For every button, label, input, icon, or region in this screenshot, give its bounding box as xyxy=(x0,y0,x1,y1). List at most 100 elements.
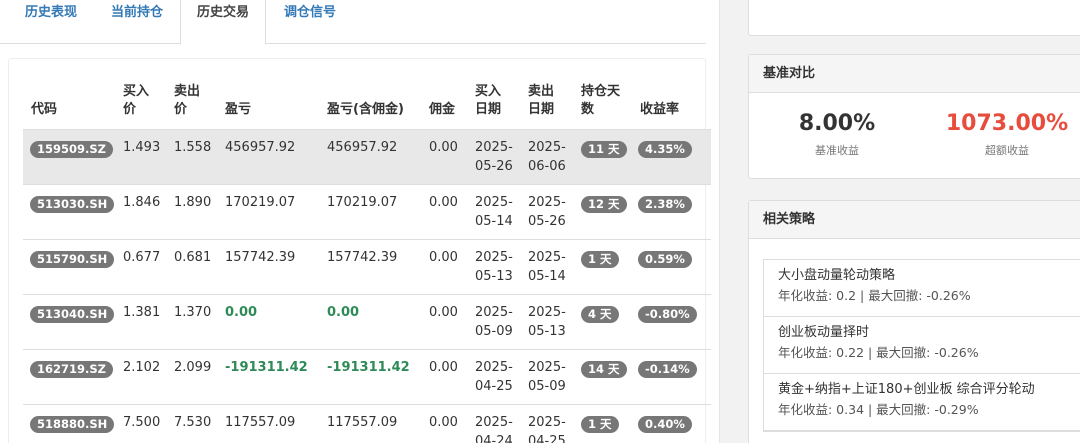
sell-price-cell: 1.890 xyxy=(174,195,212,210)
excess-return-value: 1073.00% xyxy=(945,111,1069,136)
benchmark-title: 基准对比 xyxy=(749,55,1080,93)
code-badge: 515790.SH xyxy=(30,251,115,268)
tab-bar: 历史表现 当前持仓 历史交易 调仓信号 xyxy=(0,0,706,45)
top-right-card xyxy=(748,0,1080,36)
sell-date-cell: 2025- 05-13 xyxy=(528,305,566,339)
sell-price-cell: 7.530 xyxy=(174,415,212,430)
base-return-value: 8.00% xyxy=(798,111,876,136)
sell-date-cell: 2025- 04-25 xyxy=(528,415,566,443)
header-sell-date[interactable]: 卖出 日期 xyxy=(528,83,554,119)
pnl-with-fee-cell: -191311.42 xyxy=(327,360,410,375)
strategy-name: 黄金+纳指+上证180+创业板 综合评分轮动 xyxy=(778,382,1035,397)
strategy-item[interactable]: 黄金+纳指+上证180+创业板 综合评分轮动 年化收益: 0.34 | 最大回撤… xyxy=(764,374,1080,431)
hold-days-badge: 1 天 xyxy=(581,416,619,433)
base-return-stat: 8.00% 基准收益 xyxy=(757,111,917,158)
code-badge: 159509.SZ xyxy=(30,141,113,158)
pnl-cell: 170219.07 xyxy=(225,195,296,210)
fee-cell: 0.00 xyxy=(429,415,458,430)
strategy-meta: 年化收益: 0.22 | 最大回撤: -0.26% xyxy=(778,345,979,360)
header-pnl[interactable]: 盈亏 xyxy=(225,101,251,119)
code-badge: 518880.SH xyxy=(30,416,115,433)
pnl-with-fee-cell: 157742.39 xyxy=(327,250,398,265)
return-badge: 0.40% xyxy=(638,416,692,433)
header-return[interactable]: 收益率 xyxy=(640,101,679,119)
hold-days-badge: 11 天 xyxy=(581,141,627,158)
buy-date-cell: 2025- 04-24 xyxy=(475,415,513,443)
buy-date-cell: 2025- 05-26 xyxy=(475,140,513,174)
tab-history-trades[interactable]: 历史交易 xyxy=(180,0,266,45)
table-row[interactable]: 513040.SH 1.381 1.370 0.00 0.00 0.00 2025- 05-0… xyxy=(23,294,711,349)
table-row[interactable]: 162719.SZ 2.102 2.099 -191311.42 -191311.42 0… xyxy=(23,349,711,404)
tab-rebalance-signals[interactable]: 调仓信号 xyxy=(281,0,339,44)
header-buy-date[interactable]: 买入 日期 xyxy=(475,83,501,119)
buy-price-cell: 0.677 xyxy=(123,250,161,265)
table-row[interactable]: 518880.SH 7.500 7.530 117557.09 117557.09 0.0… xyxy=(23,404,711,443)
buy-price-cell: 2.102 xyxy=(123,360,161,375)
sell-price-cell: 1.558 xyxy=(174,140,212,155)
pnl-cell: 157742.39 xyxy=(225,250,296,265)
hold-days-badge: 12 天 xyxy=(581,196,627,213)
fee-cell: 0.00 xyxy=(429,305,458,320)
strategy-item[interactable]: 大小盘动量轮动策略 年化收益: 0.2 | 最大回撤: -0.26% xyxy=(764,260,1080,317)
buy-date-cell: 2025- 05-09 xyxy=(475,305,513,339)
buy-price-cell: 1.493 xyxy=(123,140,161,155)
pnl-cell: -191311.42 xyxy=(225,360,308,375)
return-badge: -0.80% xyxy=(638,306,697,323)
pnl-cell: 117557.09 xyxy=(225,415,296,430)
tab-history-performance[interactable]: 历史表现 xyxy=(22,0,80,44)
code-badge: 162719.SZ xyxy=(30,361,113,378)
strategy-name: 创业板动量择时 xyxy=(778,325,870,340)
sell-price-cell: 2.099 xyxy=(174,360,212,375)
header-fee[interactable]: 佣金 xyxy=(429,101,455,119)
buy-date-cell: 2025- 05-14 xyxy=(475,195,513,229)
pnl-with-fee-cell: 117557.09 xyxy=(327,415,398,430)
trade-panel: 历史表现 当前持仓 历史交易 调仓信号 代码 买入 价 卖出 价 盈亏 盈亏(含… xyxy=(0,0,720,443)
excess-return-stat: 1073.00% 超额收益 xyxy=(927,111,1080,158)
hold-days-badge: 14 天 xyxy=(581,361,627,378)
page: 历史表现 当前持仓 历史交易 调仓信号 代码 买入 价 卖出 价 盈亏 盈亏(含… xyxy=(0,0,1080,443)
fee-cell: 0.00 xyxy=(429,360,458,375)
table-row[interactable]: 515790.SH 0.677 0.681 157742.39 157742.39 0.0… xyxy=(23,239,711,294)
base-return-label: 基准收益 xyxy=(815,144,859,157)
strategies-title: 相关策略 xyxy=(749,201,1080,239)
header-code[interactable]: 代码 xyxy=(31,101,57,119)
table-row[interactable]: 159509.SZ 1.493 1.558 456957.92 456957.92 0.0… xyxy=(23,129,711,184)
fee-cell: 0.00 xyxy=(429,195,458,210)
hold-days-badge: 4 天 xyxy=(581,306,619,323)
header-hold-days[interactable]: 持仓天 数 xyxy=(581,83,620,119)
code-badge: 513030.SH xyxy=(30,196,115,213)
buy-price-cell: 1.381 xyxy=(123,305,161,320)
buy-date-cell: 2025- 05-13 xyxy=(475,250,513,284)
pnl-cell: 0.00 xyxy=(225,305,258,320)
header-sell-price[interactable]: 卖出 价 xyxy=(174,83,200,119)
buy-date-cell: 2025- 04-25 xyxy=(475,360,513,394)
header-pnl-with-fee[interactable]: 盈亏(含佣金) xyxy=(327,101,404,119)
related-strategies-card: 相关策略 大小盘动量轮动策略 年化收益: 0.2 | 最大回撤: -0.26% … xyxy=(748,200,1080,443)
buy-price-cell: 7.500 xyxy=(123,415,161,430)
code-badge: 513040.SH xyxy=(30,306,115,323)
pnl-with-fee-cell: 170219.07 xyxy=(327,195,398,210)
hold-days-badge: 1 天 xyxy=(581,251,619,268)
table-row[interactable]: 513030.SH 1.846 1.890 170219.07 170219.07 0.0… xyxy=(23,184,711,239)
benchmark-card: 基准对比 8.00% 基准收益 1073.00% 超额收益 xyxy=(748,54,1080,179)
trades-table: 代码 买入 价 卖出 价 盈亏 盈亏(含佣金) 佣金 买入 日期 卖出 日期 持… xyxy=(8,58,711,443)
strategy-list: 大小盘动量轮动策略 年化收益: 0.2 | 最大回撤: -0.26% 创业板动量… xyxy=(763,259,1080,432)
sell-date-cell: 2025- 06-06 xyxy=(528,140,566,174)
excess-return-label: 超额收益 xyxy=(985,144,1029,157)
strategy-meta: 年化收益: 0.2 | 最大回撤: -0.26% xyxy=(778,288,971,303)
fee-cell: 0.00 xyxy=(429,250,458,265)
fee-cell: 0.00 xyxy=(429,140,458,155)
sell-date-cell: 2025- 05-14 xyxy=(528,250,566,284)
header-buy-price[interactable]: 买入 价 xyxy=(123,83,149,119)
buy-price-cell: 1.846 xyxy=(123,195,161,210)
pnl-cell: 456957.92 xyxy=(225,140,296,155)
strategy-item[interactable]: 创业板动量择时 年化收益: 0.22 | 最大回撤: -0.26% xyxy=(764,317,1080,374)
pnl-with-fee-cell: 456957.92 xyxy=(327,140,398,155)
sell-date-cell: 2025- 05-09 xyxy=(528,360,566,394)
return-badge: 0.59% xyxy=(638,251,692,268)
sell-price-cell: 1.370 xyxy=(174,305,212,320)
tab-current-holdings[interactable]: 当前持仓 xyxy=(108,0,166,44)
return-badge: 2.38% xyxy=(638,196,692,213)
return-badge: -0.14% xyxy=(638,361,697,378)
sell-date-cell: 2025- 05-26 xyxy=(528,195,566,229)
